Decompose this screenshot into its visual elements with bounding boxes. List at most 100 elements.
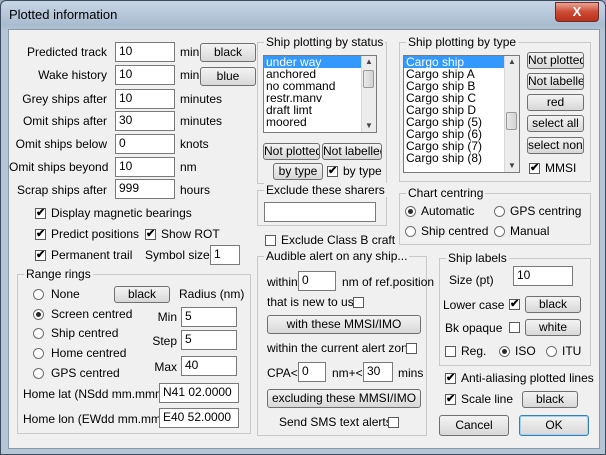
- grey-ships-input[interactable]: 10: [115, 89, 175, 109]
- iso-radio[interactable]: [499, 346, 510, 357]
- status-by-type-button[interactable]: by type: [273, 163, 323, 180]
- exclude-class-b-checkbox[interactable]: [265, 235, 276, 246]
- scroll-thumb[interactable]: [363, 70, 374, 88]
- omit-beyond-input[interactable]: 10: [115, 157, 175, 177]
- label-size-input[interactable]: 10: [513, 266, 573, 286]
- itu-radio[interactable]: [546, 346, 557, 357]
- predict-positions-checkbox[interactable]: ✔: [35, 229, 46, 240]
- range-rings-screen-radio[interactable]: [33, 309, 44, 320]
- scale-line-checkbox[interactable]: ✔: [445, 394, 456, 405]
- range-rings-ship-radio[interactable]: [33, 328, 44, 339]
- lower-case-color-button[interactable]: black: [525, 296, 581, 313]
- home-lon-label: Home lon (EWdd mm.mmm): [23, 412, 176, 426]
- scroll-up-icon[interactable]: ▲: [505, 56, 519, 68]
- max-input[interactable]: 40: [181, 356, 237, 376]
- omit-below-input[interactable]: 0: [115, 134, 175, 154]
- alert-within-input[interactable]: 0: [298, 271, 336, 291]
- permanent-trail-checkbox[interactable]: ✔: [35, 250, 46, 261]
- select-all-button[interactable]: select all: [527, 115, 584, 132]
- status-scrollbar[interactable]: ▲ ▼: [361, 56, 376, 132]
- status-group-title: Ship plotting by status: [264, 35, 386, 49]
- scroll-thumb[interactable]: [506, 112, 517, 130]
- reg-checkbox[interactable]: [445, 346, 456, 357]
- home-lat-input[interactable]: N41 02.0000: [159, 383, 239, 403]
- centring-gps-radio[interactable]: [494, 206, 505, 217]
- home-lon-input[interactable]: E40 52.0000: [159, 408, 239, 428]
- home-lat-label: Home lat (NSdd mm.mmm): [23, 387, 170, 401]
- predicted-track-unit: min: [180, 45, 200, 59]
- wake-history-input[interactable]: 10: [115, 65, 175, 85]
- display-magnetic-checkbox[interactable]: ✔: [35, 208, 46, 219]
- scroll-down-icon[interactable]: ▼: [362, 120, 376, 132]
- bk-opaque-color-button[interactable]: white: [525, 319, 581, 336]
- label-size-label: Size (pt): [449, 273, 494, 287]
- cpa-input[interactable]: 0: [298, 362, 326, 382]
- show-rot-checkbox[interactable]: ✔: [145, 229, 156, 240]
- omit-below-unit: knots: [180, 137, 209, 151]
- with-mmsi-button[interactable]: with these MMSI/IMO: [267, 315, 421, 334]
- wake-history-color-button[interactable]: blue: [200, 67, 256, 86]
- mins-input[interactable]: 30: [363, 362, 393, 382]
- range-rings-none-radio[interactable]: [33, 289, 44, 300]
- status-not-plotted-button[interactable]: Not plotted: [263, 143, 320, 160]
- range-rings-gps-radio[interactable]: [33, 368, 44, 379]
- ok-button[interactable]: OK: [519, 415, 589, 436]
- by-type-checkbox[interactable]: ✔: [327, 166, 338, 177]
- cancel-button[interactable]: Cancel: [439, 415, 509, 436]
- wake-history-label: Wake history: [38, 68, 107, 82]
- range-rings-option-2: Ship centred: [51, 326, 119, 340]
- select-none-button[interactable]: select none: [527, 137, 584, 154]
- type-scrollbar[interactable]: ▲ ▼: [504, 56, 519, 172]
- omit-ships-after-label: Omit ships after: [22, 114, 107, 128]
- predicted-track-input[interactable]: 10: [115, 42, 175, 62]
- lower-case-label: Lower case: [443, 298, 505, 312]
- alert-within-label: within: [267, 275, 298, 289]
- step-input[interactable]: 5: [181, 330, 237, 350]
- close-button[interactable]: X: [555, 2, 599, 22]
- dialog-client: Predicted track 10 min black Wake histor…: [8, 29, 600, 449]
- centring-automatic-radio[interactable]: [405, 206, 416, 217]
- bk-opaque-label: Bk opaque: [445, 321, 503, 335]
- predicted-track-color-button[interactable]: black: [200, 43, 256, 62]
- wake-history-unit: min: [180, 68, 200, 82]
- lower-case-checkbox[interactable]: ✔: [509, 299, 520, 310]
- type-listbox[interactable]: Cargo ship Cargo ship A Cargo ship B Car…: [403, 55, 520, 173]
- omit-beyond-label: Omit ships beyond: [9, 160, 109, 174]
- symbol-size-input[interactable]: 1: [210, 245, 240, 265]
- radius-label: Radius (nm): [179, 287, 245, 301]
- min-input[interactable]: 5: [181, 307, 237, 327]
- sms-checkbox[interactable]: [388, 417, 399, 428]
- range-rings-home-radio[interactable]: [33, 348, 44, 359]
- alert-new-checkbox[interactable]: [353, 297, 364, 308]
- scrap-ships-input[interactable]: 999: [115, 179, 175, 199]
- ship-labels-title: Ship labels: [446, 251, 509, 265]
- nm-label: nm+<: [332, 366, 363, 380]
- scroll-up-icon[interactable]: ▲: [362, 56, 376, 68]
- status-not-labelled-button[interactable]: Not labelled: [322, 143, 382, 160]
- omit-ships-after-input[interactable]: 30: [115, 111, 175, 131]
- centring-option-0: Automatic: [421, 204, 475, 218]
- bk-opaque-checkbox[interactable]: [509, 322, 520, 333]
- centring-ship-radio[interactable]: [405, 226, 416, 237]
- mmsi-checkbox[interactable]: ✔: [529, 163, 540, 174]
- centring-manual-radio[interactable]: [494, 226, 505, 237]
- status-listbox[interactable]: under way anchored no command restr.manv…: [263, 55, 377, 133]
- step-label: Step: [152, 334, 177, 348]
- exclude-group-title: Exclude these sharers: [264, 183, 387, 197]
- type-not-plotted-button[interactable]: Not plotted: [527, 52, 584, 69]
- type-item[interactable]: Cargo ship (8): [404, 152, 519, 164]
- scroll-down-icon[interactable]: ▼: [505, 160, 519, 172]
- range-rings-option-4: GPS centred: [51, 366, 120, 380]
- excluding-mmsi-button[interactable]: excluding these MMSI/IMO: [267, 389, 421, 408]
- centring-option-3: Manual: [510, 224, 550, 238]
- anti-aliasing-label: Anti-aliasing plotted lines: [461, 371, 594, 385]
- range-rings-color-button[interactable]: black: [114, 286, 170, 303]
- status-item[interactable]: moored: [264, 116, 376, 128]
- type-not-labelled-button[interactable]: Not labelled: [527, 73, 584, 90]
- type-red-button[interactable]: red: [527, 94, 584, 111]
- alert-zone-checkbox[interactable]: [406, 343, 417, 354]
- scale-line-color-button[interactable]: black: [522, 391, 578, 408]
- exclude-sharers-input[interactable]: [264, 202, 376, 222]
- anti-aliasing-checkbox[interactable]: ✔: [445, 373, 456, 384]
- grey-ships-unit: minutes: [180, 92, 223, 106]
